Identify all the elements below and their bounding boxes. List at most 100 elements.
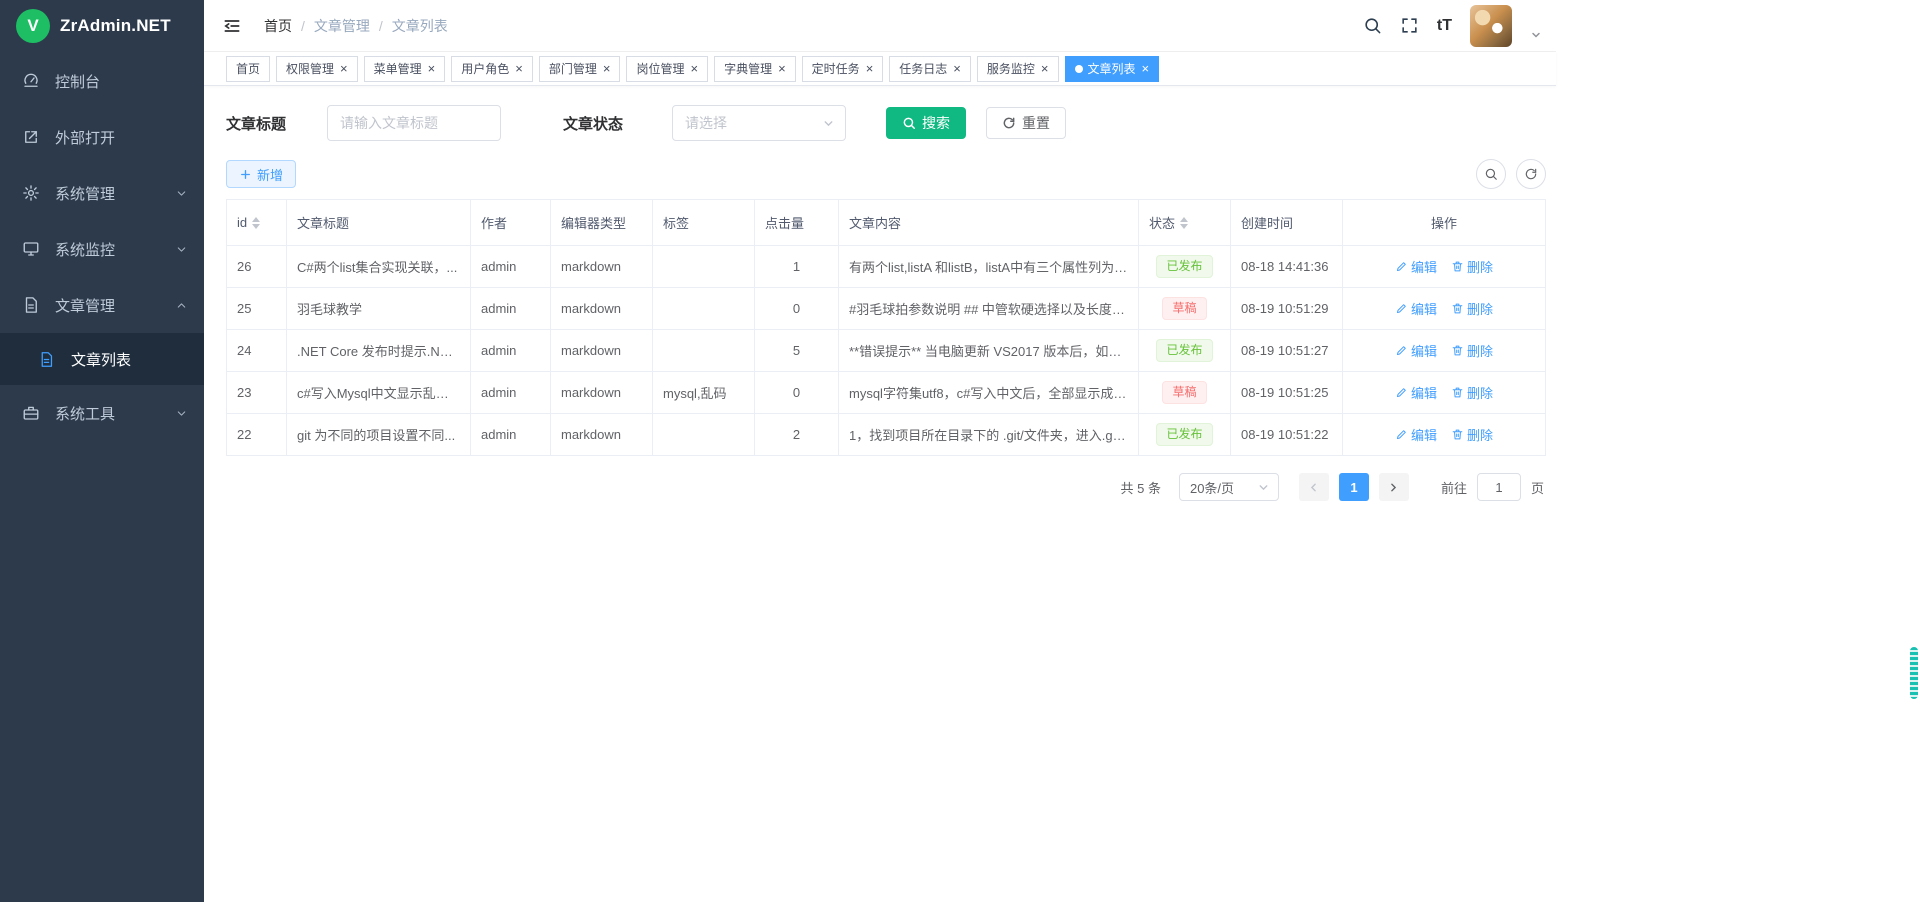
breadcrumb-separator: / xyxy=(379,18,383,34)
sidebar-item[interactable]: 文章管理 xyxy=(0,277,204,333)
delete-link[interactable]: 删除 xyxy=(1451,341,1493,360)
sort-icon[interactable] xyxy=(1180,217,1188,229)
tab[interactable]: 文章列表 × xyxy=(1065,56,1160,82)
article-title-input[interactable] xyxy=(327,105,501,141)
goto-page-input[interactable] xyxy=(1477,473,1521,501)
breadcrumb: 首页/文章管理/文章列表 xyxy=(264,16,448,36)
close-icon[interactable]: × xyxy=(603,62,611,75)
close-icon[interactable]: × xyxy=(340,62,348,75)
sidebar-item-label: 系统管理 xyxy=(55,183,115,204)
plus-icon xyxy=(239,168,252,181)
delete-link[interactable]: 删除 xyxy=(1451,383,1493,402)
tab-label: 文章列表 xyxy=(1088,60,1136,77)
header-actions: tT xyxy=(1363,5,1542,47)
breadcrumb-item[interactable]: 文章管理 xyxy=(314,16,370,36)
refresh-button[interactable] xyxy=(1516,159,1546,189)
close-icon[interactable]: × xyxy=(1041,62,1049,75)
edit-link[interactable]: 编辑 xyxy=(1395,341,1437,360)
cell-tags xyxy=(653,330,755,372)
delete-link[interactable]: 删除 xyxy=(1451,299,1493,318)
cell-author: admin xyxy=(471,330,551,372)
tab[interactable]: 菜单管理× xyxy=(364,56,446,82)
edit-icon xyxy=(1395,302,1408,315)
chevron-down-icon xyxy=(175,187,188,200)
page-content: 文章标题 文章状态 请选择 搜索 xyxy=(204,86,1556,902)
reset-button[interactable]: 重置 xyxy=(986,107,1066,139)
tab-label: 任务日志 xyxy=(899,60,947,77)
cell-title: C#两个list集合实现关联，... xyxy=(287,246,471,288)
add-button[interactable]: 新增 xyxy=(226,160,296,188)
close-icon[interactable]: × xyxy=(690,62,698,75)
next-page-button[interactable] xyxy=(1379,473,1409,501)
page-size-select[interactable]: 20条/页 xyxy=(1179,473,1279,501)
breadcrumb-item[interactable]: 首页 xyxy=(264,16,292,36)
close-icon[interactable]: × xyxy=(428,62,436,75)
article-status-select[interactable]: 请选择 xyxy=(672,105,846,141)
cell-created: 08-19 10:51:25 xyxy=(1231,372,1343,414)
delete-link[interactable]: 删除 xyxy=(1451,257,1493,276)
close-icon[interactable]: × xyxy=(866,62,874,75)
cell-id: 23 xyxy=(227,372,287,414)
cell-actions: 编辑删除 xyxy=(1343,330,1546,372)
tab-label: 定时任务 xyxy=(812,60,860,77)
tab-label: 权限管理 xyxy=(286,60,334,77)
breadcrumb-item[interactable]: 文章列表 xyxy=(392,16,448,36)
cell-content: 有两个list,listA 和listB，listA中有三个属性列为St... xyxy=(839,246,1139,288)
tab[interactable]: 用户角色× xyxy=(451,56,533,82)
column-label: id xyxy=(237,215,247,230)
column-header[interactable]: 状态 xyxy=(1139,200,1231,246)
close-icon[interactable]: × xyxy=(778,62,786,75)
cell-created: 08-19 10:51:22 xyxy=(1231,414,1343,456)
prev-page-button[interactable] xyxy=(1299,473,1329,501)
sidebar-item[interactable]: 控制台 xyxy=(0,53,204,109)
delete-link[interactable]: 删除 xyxy=(1451,425,1493,444)
tab[interactable]: 定时任务 × xyxy=(802,56,884,82)
tab[interactable]: 任务日志 × xyxy=(889,56,971,82)
close-icon[interactable]: × xyxy=(953,62,961,75)
delete-icon xyxy=(1451,344,1464,357)
edit-icon xyxy=(1395,386,1408,399)
scrollbar-thumb[interactable] xyxy=(1910,647,1918,699)
tab[interactable]: 岗位管理× xyxy=(626,56,708,82)
cell-content: mysql字符集utf8，c#写入中文后，全部显示成? ... xyxy=(839,372,1139,414)
cell-actions: 编辑删除 xyxy=(1343,372,1546,414)
page-number[interactable]: 1 xyxy=(1339,473,1369,501)
filter-bar: 文章标题 文章状态 请选择 搜索 xyxy=(226,105,1546,141)
sidebar-item[interactable]: 系统工具 xyxy=(0,385,204,441)
column-header: 编辑器类型 xyxy=(551,200,653,246)
sidebar-item[interactable]: 系统监控 xyxy=(0,221,204,277)
tab[interactable]: 服务监控× xyxy=(977,56,1059,82)
cell-clicks: 0 xyxy=(755,288,839,330)
cell-editor: markdown xyxy=(551,246,653,288)
close-icon[interactable]: × xyxy=(1142,62,1150,75)
select-placeholder: 请选择 xyxy=(685,113,727,133)
column-header: 文章内容 xyxy=(839,200,1139,246)
font-size-icon[interactable]: tT xyxy=(1437,17,1452,35)
tab[interactable]: 首页 xyxy=(226,56,270,82)
avatar[interactable] xyxy=(1470,5,1512,47)
tab[interactable]: 权限管理 × xyxy=(276,56,358,82)
edit-link[interactable]: 编辑 xyxy=(1395,299,1437,318)
sidebar-item[interactable]: 系统管理 xyxy=(0,165,204,221)
sidebar-subitem[interactable]: 文章列表 xyxy=(0,333,204,385)
edit-link[interactable]: 编辑 xyxy=(1395,383,1437,402)
search-icon xyxy=(902,116,916,130)
column-header[interactable]: id xyxy=(227,200,287,246)
toolbox-icon xyxy=(22,404,42,422)
fullscreen-icon[interactable] xyxy=(1400,16,1419,35)
tab[interactable]: 字典管理× xyxy=(714,56,796,82)
edit-link[interactable]: 编辑 xyxy=(1395,425,1437,444)
chevron-down-icon[interactable] xyxy=(1530,29,1542,41)
close-icon[interactable]: × xyxy=(515,62,523,75)
search-icon[interactable] xyxy=(1363,16,1382,35)
cell-title: 羽毛球教学 xyxy=(287,288,471,330)
menu-fold-icon[interactable] xyxy=(222,16,242,36)
tab[interactable]: 部门管理× xyxy=(539,56,621,82)
edit-link[interactable]: 编辑 xyxy=(1395,257,1437,276)
cell-tags: mysql,乱码 xyxy=(653,372,755,414)
search-button[interactable]: 搜索 xyxy=(886,107,966,139)
sidebar-item[interactable]: 外部打开 xyxy=(0,109,204,165)
toggle-search-button[interactable] xyxy=(1476,159,1506,189)
sort-icon[interactable] xyxy=(252,217,260,229)
delete-icon xyxy=(1451,260,1464,273)
